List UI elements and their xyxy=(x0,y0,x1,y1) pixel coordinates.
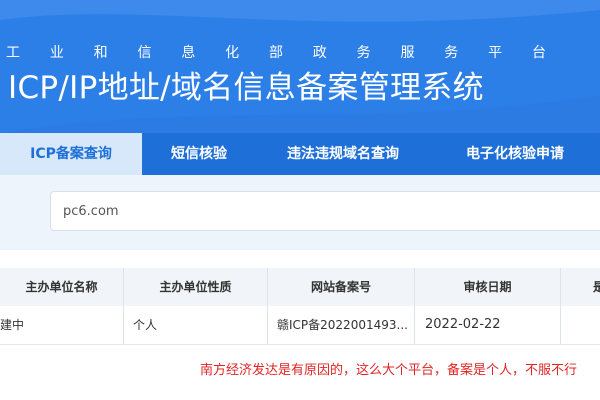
column-divider xyxy=(123,268,124,344)
ministry-char: 服 xyxy=(400,45,415,61)
ministry-char: 部 xyxy=(268,45,283,61)
banner-wave-decoration xyxy=(0,0,600,133)
cell-more xyxy=(561,306,600,344)
cell-review-date: 2022-02-22 xyxy=(425,317,501,332)
tab-sms-verify[interactable]: 短信核验 xyxy=(142,133,256,175)
ministry-char: 息 xyxy=(181,45,196,61)
header-review-date: 审核日期 xyxy=(463,280,512,294)
header-site-license: 网站备案号 xyxy=(310,280,371,294)
ministry-char: 业 xyxy=(49,45,64,61)
cell-sponsor-type: 个人 xyxy=(133,318,158,332)
cell-sponsor-name: 建中 xyxy=(0,318,25,332)
header-banner: 工 业 和 信 息 化 部 政 务 服 务 平 台 ICP/IP地址/域名信息备… xyxy=(0,0,600,133)
table-header-row: 主办单位名称 主办单位性质 网站备案号 审核日期 是 xyxy=(0,268,600,306)
ministry-char: 化 xyxy=(225,45,240,61)
column-divider xyxy=(267,268,268,344)
ministry-char: 务 xyxy=(444,45,459,61)
column-divider xyxy=(560,268,561,344)
header-sponsor-name: 主办单位名称 xyxy=(25,280,98,294)
header-sponsor-type: 主办单位性质 xyxy=(159,280,232,294)
ministry-char: 工 xyxy=(6,45,20,61)
main-nav: ICP备案查询 短信核验 违法违规域名查询 电子化核验申请 xyxy=(0,133,600,175)
header-more: 是 xyxy=(593,280,600,294)
table-row: 建中 个人 赣ICP备2022001493... 2022-02-22 xyxy=(0,306,600,345)
tab-illegal-domain-query[interactable]: 违法违规域名查询 xyxy=(256,133,430,175)
column-divider xyxy=(414,268,415,344)
search-input[interactable] xyxy=(50,191,600,231)
ministry-char: 政 xyxy=(312,45,327,61)
ministry-char: 和 xyxy=(93,45,108,61)
cell-site-license[interactable]: 赣ICP备2022001493... xyxy=(268,306,414,344)
ministry-char: 务 xyxy=(356,45,371,61)
ministry-char: 平 xyxy=(488,45,503,61)
tab-icp-query[interactable]: ICP备案查询 xyxy=(0,133,142,175)
system-title: ICP/IP地址/域名信息备案管理系统 xyxy=(8,70,484,106)
search-area xyxy=(0,175,600,250)
annotation-text: 南方经济发达是有原因的，这么大个平台，备案是个人，不服不行 xyxy=(200,363,578,378)
ministry-char: 台 xyxy=(531,45,546,61)
ministry-subtitle: 工 业 和 信 息 化 部 政 务 服 务 平 台 xyxy=(6,44,546,62)
ministry-char: 信 xyxy=(137,45,152,61)
tab-electronic-verify-apply[interactable]: 电子化核验申请 xyxy=(430,133,600,175)
